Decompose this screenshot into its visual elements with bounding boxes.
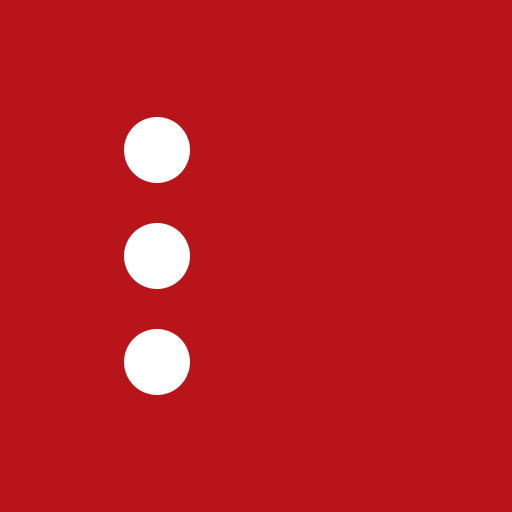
menu-dot-middle	[124, 223, 190, 289]
vertical-dots-menu-icon[interactable]	[124, 117, 190, 395]
app-icon-background	[0, 0, 512, 512]
menu-dot-bottom	[124, 329, 190, 395]
menu-dot-top	[124, 117, 190, 183]
